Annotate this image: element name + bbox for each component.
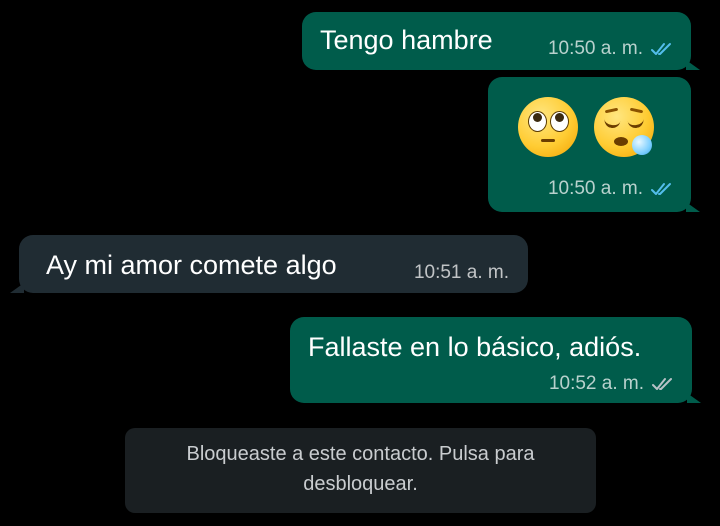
notice-line-2: desbloquear. [303, 473, 418, 495]
face-with-rolling-eyes-emoji [518, 97, 578, 157]
message-time: 10:50 a. m. [547, 178, 643, 199]
message-text: Ay mi amor comete algo [46, 250, 337, 280]
outgoing-emoji-message[interactable]: 10:50 a. m. [488, 77, 700, 212]
message-time: 10:52 a. m. [548, 373, 644, 394]
message-meta: 10:50 a. m. [548, 178, 673, 200]
message-time: 10:51 a. m. [413, 262, 509, 283]
incoming-message[interactable]: Ay mi amor comete algo 10:51 a. m. [10, 235, 528, 293]
outgoing-message[interactable]: Fallaste en lo básico, adiós. 10:52 a. m… [290, 317, 701, 403]
message-text: Fallaste en lo básico, adiós. [308, 332, 642, 362]
message-meta: 10:51 a. m. [414, 262, 509, 284]
double-check-icon [651, 42, 673, 56]
sleepy-face-emoji [594, 97, 654, 157]
message-text: Tengo hambre [320, 25, 493, 55]
outgoing-message[interactable]: Tengo hambre 10:50 a. m. [302, 12, 700, 70]
notice-line-1: Bloqueaste a este contacto. Pulsa para [186, 443, 535, 465]
emoji-row [518, 97, 654, 157]
chat-conversation: Tengo hambre 10:50 a. m. 10:50 a. m. Ay … [0, 0, 720, 526]
message-meta: 10:52 a. m. [549, 373, 674, 395]
double-check-icon [652, 377, 674, 391]
double-check-icon [651, 182, 673, 196]
message-meta: 10:50 a. m. [548, 38, 673, 60]
blocked-contact-notice[interactable]: Bloqueaste a este contacto. Pulsa para d… [125, 428, 596, 513]
message-time: 10:50 a. m. [547, 38, 643, 59]
